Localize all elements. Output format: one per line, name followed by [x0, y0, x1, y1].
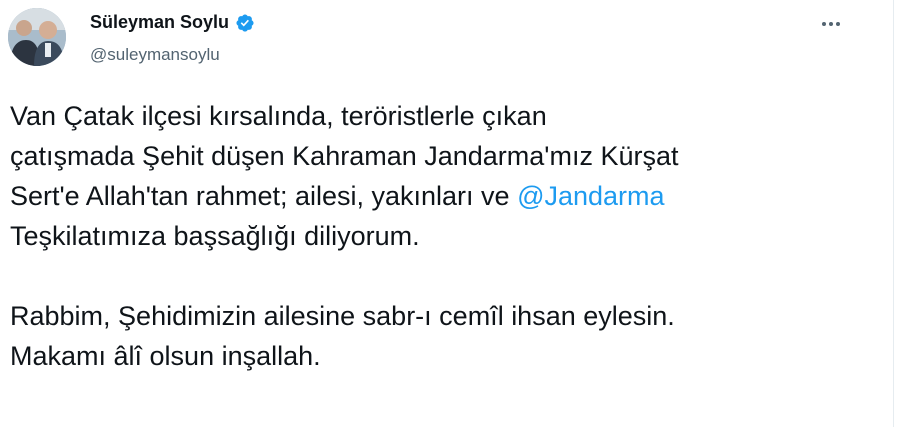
mention-link[interactable]: @Jandarma — [517, 181, 664, 211]
tweet-text: Van Çatak ilçesi kırsalında, teröristler… — [10, 96, 870, 376]
verified-badge-icon — [235, 13, 255, 33]
display-name[interactable]: Süleyman Soylu — [90, 12, 229, 33]
tweet-line: Sert'e Allah'tan rahmet; ailesi, yakınla… — [10, 176, 870, 216]
tweet-card: Süleyman Soylu @suleymansoylu Van Çatak … — [0, 0, 900, 427]
divider — [893, 0, 894, 427]
name-row: Süleyman Soylu — [90, 12, 255, 33]
profile-photo-image — [8, 8, 66, 66]
tweet-line: çatışmada Şehit düşen Kahraman Jandarma'… — [10, 141, 679, 171]
tweet-line-text: Sert'e Allah'tan rahmet; ailesi, yakınla… — [10, 181, 518, 211]
avatar[interactable] — [8, 8, 66, 66]
more-horizontal-icon[interactable] — [818, 14, 844, 34]
tweet-line: Teşkilatımıza başsağlığı diliyorum. — [10, 221, 420, 251]
tweet-line: Rabbim, Şehidimizin ailesine sabr-ı cemî… — [10, 301, 675, 331]
user-handle[interactable]: @suleymansoylu — [90, 45, 220, 65]
tweet-line: Makamı âlî olsun inşallah. — [10, 341, 321, 371]
tweet-line: Van Çatak ilçesi kırsalında, teröristler… — [10, 101, 547, 131]
